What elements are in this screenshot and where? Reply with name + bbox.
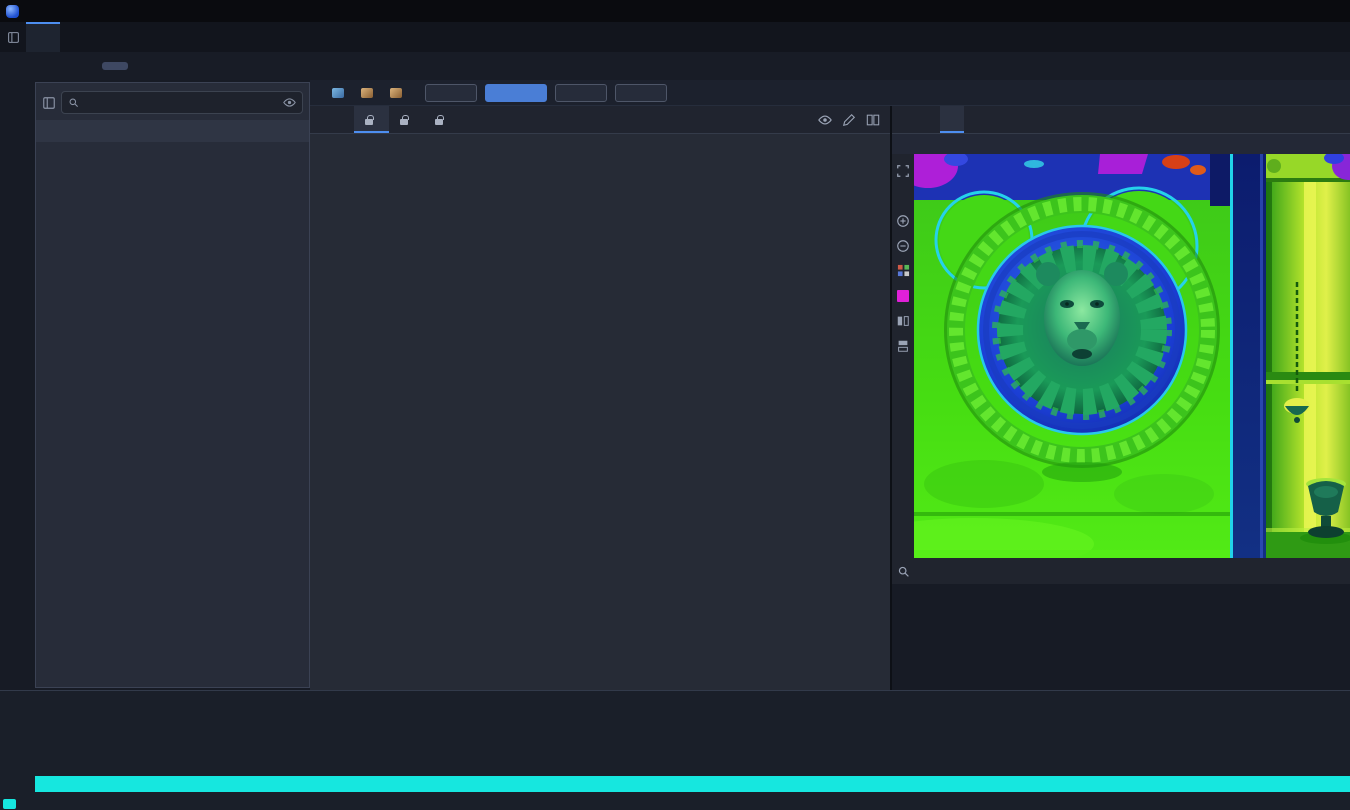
main-area (0, 80, 1350, 690)
viewer-toolbar (892, 154, 914, 558)
flip-horizontal-button[interactable] (896, 313, 911, 328)
lock-icon (435, 119, 443, 125)
shader-header (310, 106, 890, 134)
zoom-fit-button[interactable] (896, 163, 911, 178)
application-window (0, 0, 1350, 810)
tab-performance[interactable] (66, 62, 92, 70)
breadcrumb-bar (310, 80, 1350, 106)
panel-toggle-icon[interactable] (0, 22, 26, 52)
tab-pipeline[interactable] (102, 62, 128, 70)
code-editor[interactable] (310, 134, 890, 690)
stage-start-button[interactable] (425, 84, 477, 102)
tab-images[interactable] (940, 106, 964, 133)
tab-summary[interactable] (174, 62, 200, 70)
find-input[interactable] (84, 97, 258, 109)
lock-icon (365, 119, 373, 125)
document-tab-bar (0, 22, 1350, 52)
commands-tree (36, 142, 309, 687)
pencil-icon[interactable] (842, 113, 856, 127)
pixel-picker-button[interactable] (892, 565, 914, 578)
images-table-header (892, 134, 1350, 154)
pipeline-stage-buttons (425, 84, 667, 102)
timeline-panel (0, 690, 1350, 810)
image-preview[interactable] (914, 154, 1350, 558)
find-row (36, 83, 309, 120)
tab-glsl[interactable] (354, 106, 389, 133)
viewer-status-bar (892, 558, 1350, 584)
stage-vs-button[interactable] (485, 84, 547, 102)
sidebar-icon[interactable] (42, 96, 56, 110)
flip-vertical-button[interactable] (896, 338, 911, 353)
shader-toolbar (818, 113, 890, 127)
tab-resources[interactable] (138, 62, 164, 70)
shader-language-tabs (354, 106, 459, 133)
tab-hlsl[interactable] (424, 106, 459, 133)
nav-tab-bar (0, 52, 1350, 80)
inspector-tabs (892, 106, 1350, 134)
mesh-icon (361, 88, 373, 98)
menu-bar (0, 0, 1350, 22)
find-box (61, 91, 303, 114)
eye-icon[interactable] (283, 96, 296, 109)
tab-system[interactable] (30, 62, 56, 70)
commands-panel (35, 82, 310, 688)
zoom-out-button[interactable] (896, 238, 911, 253)
reset-view-button[interactable] (896, 363, 911, 378)
tab-geometry[interactable] (916, 106, 940, 133)
inspector-panel (890, 106, 1350, 690)
normal-map-render (914, 154, 1350, 558)
center-right-area (310, 80, 1350, 690)
draw-call-icon (390, 88, 402, 98)
tab-spirv[interactable] (389, 106, 424, 133)
commands-header (36, 120, 309, 142)
render-pass-icon (332, 88, 344, 98)
timeline-scrubber[interactable] (35, 776, 1350, 792)
breadcrumb-item-mesh[interactable] (361, 88, 378, 98)
lock-icon (400, 119, 408, 125)
image-viewer (892, 154, 1350, 558)
zoom-actual-button[interactable] (896, 188, 911, 203)
search-icon (68, 97, 79, 108)
shader-panel (310, 106, 890, 690)
tab-buffers[interactable] (964, 106, 988, 133)
stage-fs-button[interactable] (555, 84, 607, 102)
document-tab[interactable] (26, 22, 60, 52)
status-badge (3, 799, 16, 809)
split-view-icon[interactable] (866, 113, 880, 127)
tab-mappings[interactable] (892, 106, 916, 133)
zoom-in-button[interactable] (896, 213, 911, 228)
channel-select-button[interactable] (896, 263, 911, 278)
app-logo-icon (6, 5, 19, 18)
stage-end-button[interactable] (615, 84, 667, 102)
background-color-button[interactable] (896, 288, 911, 303)
eye-icon[interactable] (818, 113, 832, 127)
breadcrumb-item-draw[interactable] (390, 88, 407, 98)
breadcrumb-item-opaque-objects[interactable] (332, 88, 349, 98)
